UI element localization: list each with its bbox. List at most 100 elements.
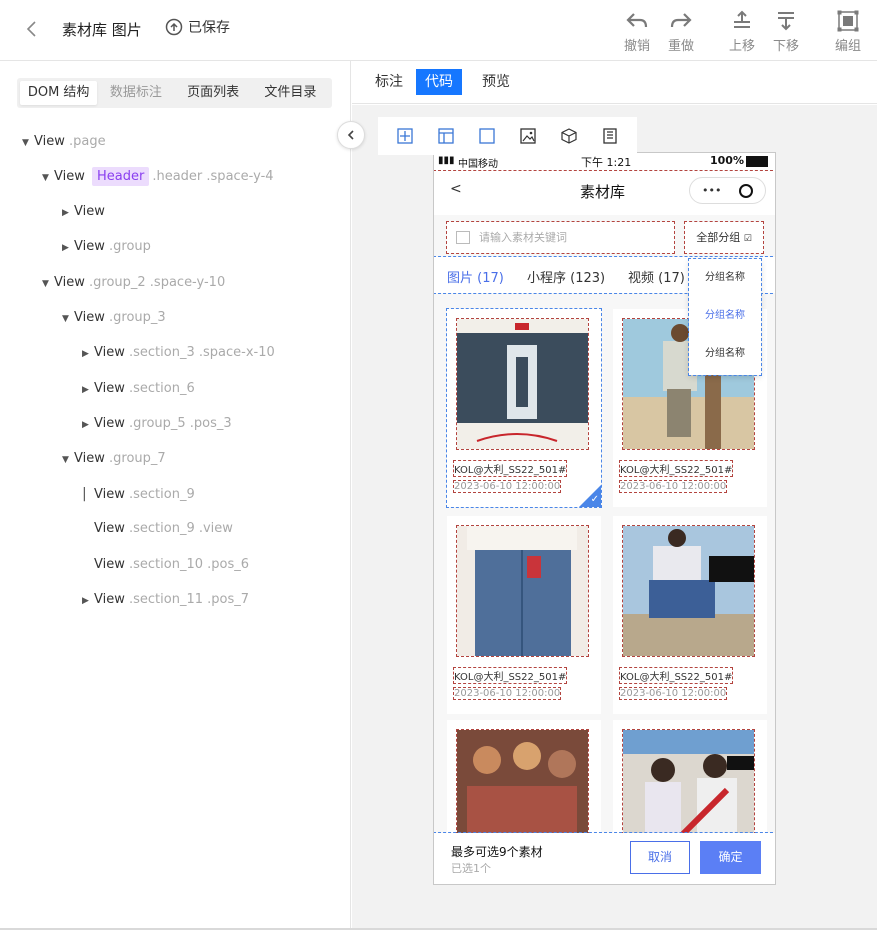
tab-file-directory[interactable]: 文件目录 <box>252 81 329 105</box>
material-card[interactable] <box>447 720 601 840</box>
redo-button[interactable]: 重做 <box>661 10 701 54</box>
tab-code[interactable]: 代码 <box>416 69 462 95</box>
selected-check-icon: ✓ <box>579 485 601 507</box>
tree-node[interactable]: ▼ View .group_2 .space-y-10 <box>42 273 225 293</box>
caret-right-icon[interactable]: ▶ <box>62 238 74 258</box>
tree-node-class: .section_11 .pos_7 <box>129 592 250 607</box>
tree-node[interactable]: ▶ View .group <box>62 237 151 257</box>
view-mode-tabs: 标注 代码 预览 <box>352 61 877 104</box>
tree-node[interactable]: ▼ View .page <box>22 132 106 152</box>
card-image <box>456 318 589 450</box>
material-card[interactable]: KOL@大利_SS22_501# 2023-06-10 12:00:00 <box>613 516 767 714</box>
back-chevron-icon[interactable] <box>22 18 42 40</box>
tab-dom-structure[interactable]: DOM 结构 <box>20 81 98 105</box>
tree-node[interactable]: ▶ View .section_3 .space-x-10 <box>82 343 275 363</box>
redo-icon <box>670 13 692 28</box>
tree-node[interactable]: View .section_9 .view <box>82 519 233 539</box>
all-groups-button[interactable]: 全部分组 ☑ <box>684 221 764 254</box>
container-tool-icon[interactable] <box>478 127 496 145</box>
nav-back-icon[interactable]: < <box>450 181 462 197</box>
tab-preview[interactable]: 预览 <box>473 69 519 95</box>
tree-node-class: .group <box>109 239 151 254</box>
search-input[interactable]: 请输入素材关键词 <box>446 221 675 254</box>
tree-node-name: View <box>74 451 105 466</box>
tree-node-class: .group_5 .pos_3 <box>129 416 232 431</box>
undo-label: 撤销 <box>623 39 650 54</box>
tree-node[interactable]: ▼ View Header .header .space-y-4 <box>42 167 274 187</box>
caret-down-icon[interactable]: ▼ <box>62 450 74 470</box>
group-dropdown: 分组名称 分组名称 分组名称 <box>688 258 762 376</box>
card-image <box>622 525 755 657</box>
tab-page-list[interactable]: 页面列表 <box>175 81 252 105</box>
group-button[interactable]: 编组 <box>828 10 868 54</box>
more-dots-icon: ••• <box>702 184 722 197</box>
caret-down-icon[interactable]: ▼ <box>42 168 54 188</box>
tree-node[interactable]: View .section_10 .pos_6 <box>82 555 249 575</box>
tree-node-name: View <box>94 381 125 396</box>
tree-node-class: .section_10 .pos_6 <box>129 557 250 572</box>
group-icon <box>837 10 859 32</box>
capsule-menu[interactable]: ••• <box>689 177 766 204</box>
tree-node-class: .header .space-y-4 <box>152 169 274 184</box>
component-badge: Header <box>92 167 150 186</box>
move-down-button[interactable]: 下移 <box>766 10 806 54</box>
material-card[interactable]: KOL@大利_SS22_501# 2023-06-10 12:00:00 ✓ <box>446 308 602 508</box>
material-card[interactable] <box>613 720 767 840</box>
tree-node-name: View <box>54 169 85 184</box>
tree-node[interactable]: ▼ View .group_3 <box>62 308 166 328</box>
caret-right-icon[interactable]: ▶ <box>82 415 94 435</box>
tab-annotate[interactable]: 标注 <box>366 69 412 95</box>
undo-icon <box>626 13 648 28</box>
selected-count-text: 已选1个 <box>451 862 491 875</box>
dropdown-item[interactable]: 分组名称 <box>689 335 761 373</box>
tree-node[interactable]: | View .section_9 <box>82 484 195 504</box>
tree-node-name: View <box>94 416 125 431</box>
material-card[interactable]: KOL@大利_SS22_501# 2023-06-10 12:00:00 <box>447 516 601 714</box>
move-down-icon <box>778 12 794 31</box>
cube-tool-icon[interactable] <box>560 127 578 145</box>
move-tool-icon[interactable] <box>396 127 414 145</box>
undo-button[interactable]: 撤销 <box>617 10 657 54</box>
tab-miniprogram[interactable]: 小程序 (123) <box>527 267 605 286</box>
move-up-label: 上移 <box>728 39 755 54</box>
footer-bar: 最多可选9个素材 已选1个 取消 确定 <box>434 832 775 884</box>
dropdown-item[interactable]: 分组名称 <box>689 259 761 297</box>
tree-node[interactable]: ▼ View .group_7 <box>62 449 166 469</box>
confirm-button[interactable]: 确定 <box>700 841 761 874</box>
caret-right-icon[interactable]: ▶ <box>82 344 94 364</box>
component-palette <box>378 117 637 155</box>
caret-down-icon[interactable]: ▼ <box>62 309 74 329</box>
text-tool-icon[interactable] <box>601 127 619 145</box>
tree-node[interactable]: ▶ View .section_6 <box>82 379 195 399</box>
caret-right-icon[interactable]: ▶ <box>82 380 94 400</box>
layout-tool-icon[interactable] <box>437 127 455 145</box>
tree-node-name: View <box>94 592 125 607</box>
tree-spacer: | <box>82 486 87 502</box>
caret-right-icon[interactable]: ▶ <box>62 203 74 223</box>
cancel-button[interactable]: 取消 <box>630 841 690 874</box>
tree-node[interactable]: ▶ View .group_5 .pos_3 <box>82 414 232 434</box>
collapse-panel-button[interactable] <box>337 121 365 149</box>
tab-data-annotation[interactable]: 数据标注 <box>97 81 174 105</box>
search-image-icon <box>456 231 470 244</box>
check-square-icon: ☑ <box>743 234 752 244</box>
card-caption: KOL@大利_SS22_501# <box>452 460 568 477</box>
caret-right-icon[interactable]: ▶ <box>82 591 94 611</box>
card-caption: KOL@大利_SS22_501# <box>452 667 568 684</box>
move-down-label: 下移 <box>772 39 799 54</box>
search-placeholder: 请输入素材关键词 <box>479 231 567 244</box>
caret-down-icon[interactable]: ▼ <box>22 133 34 153</box>
move-up-button[interactable]: 上移 <box>722 10 762 54</box>
card-image <box>456 729 589 835</box>
tree-node-name: View <box>94 521 125 536</box>
dropdown-item[interactable]: 分组名称 <box>689 297 761 335</box>
tab-videos[interactable]: 视频 (17) <box>628 267 685 286</box>
group-label: 编组 <box>834 39 861 54</box>
image-tool-icon[interactable] <box>519 127 537 145</box>
all-groups-label: 全部分组 <box>696 231 741 244</box>
caret-down-icon[interactable]: ▼ <box>42 274 54 294</box>
tab-images[interactable]: 图片 (17) <box>447 267 504 286</box>
tree-node-class: .section_9 <box>129 487 195 502</box>
tree-node[interactable]: ▶ View <box>62 202 105 222</box>
tree-node[interactable]: ▶ View .section_11 .pos_7 <box>82 590 249 610</box>
